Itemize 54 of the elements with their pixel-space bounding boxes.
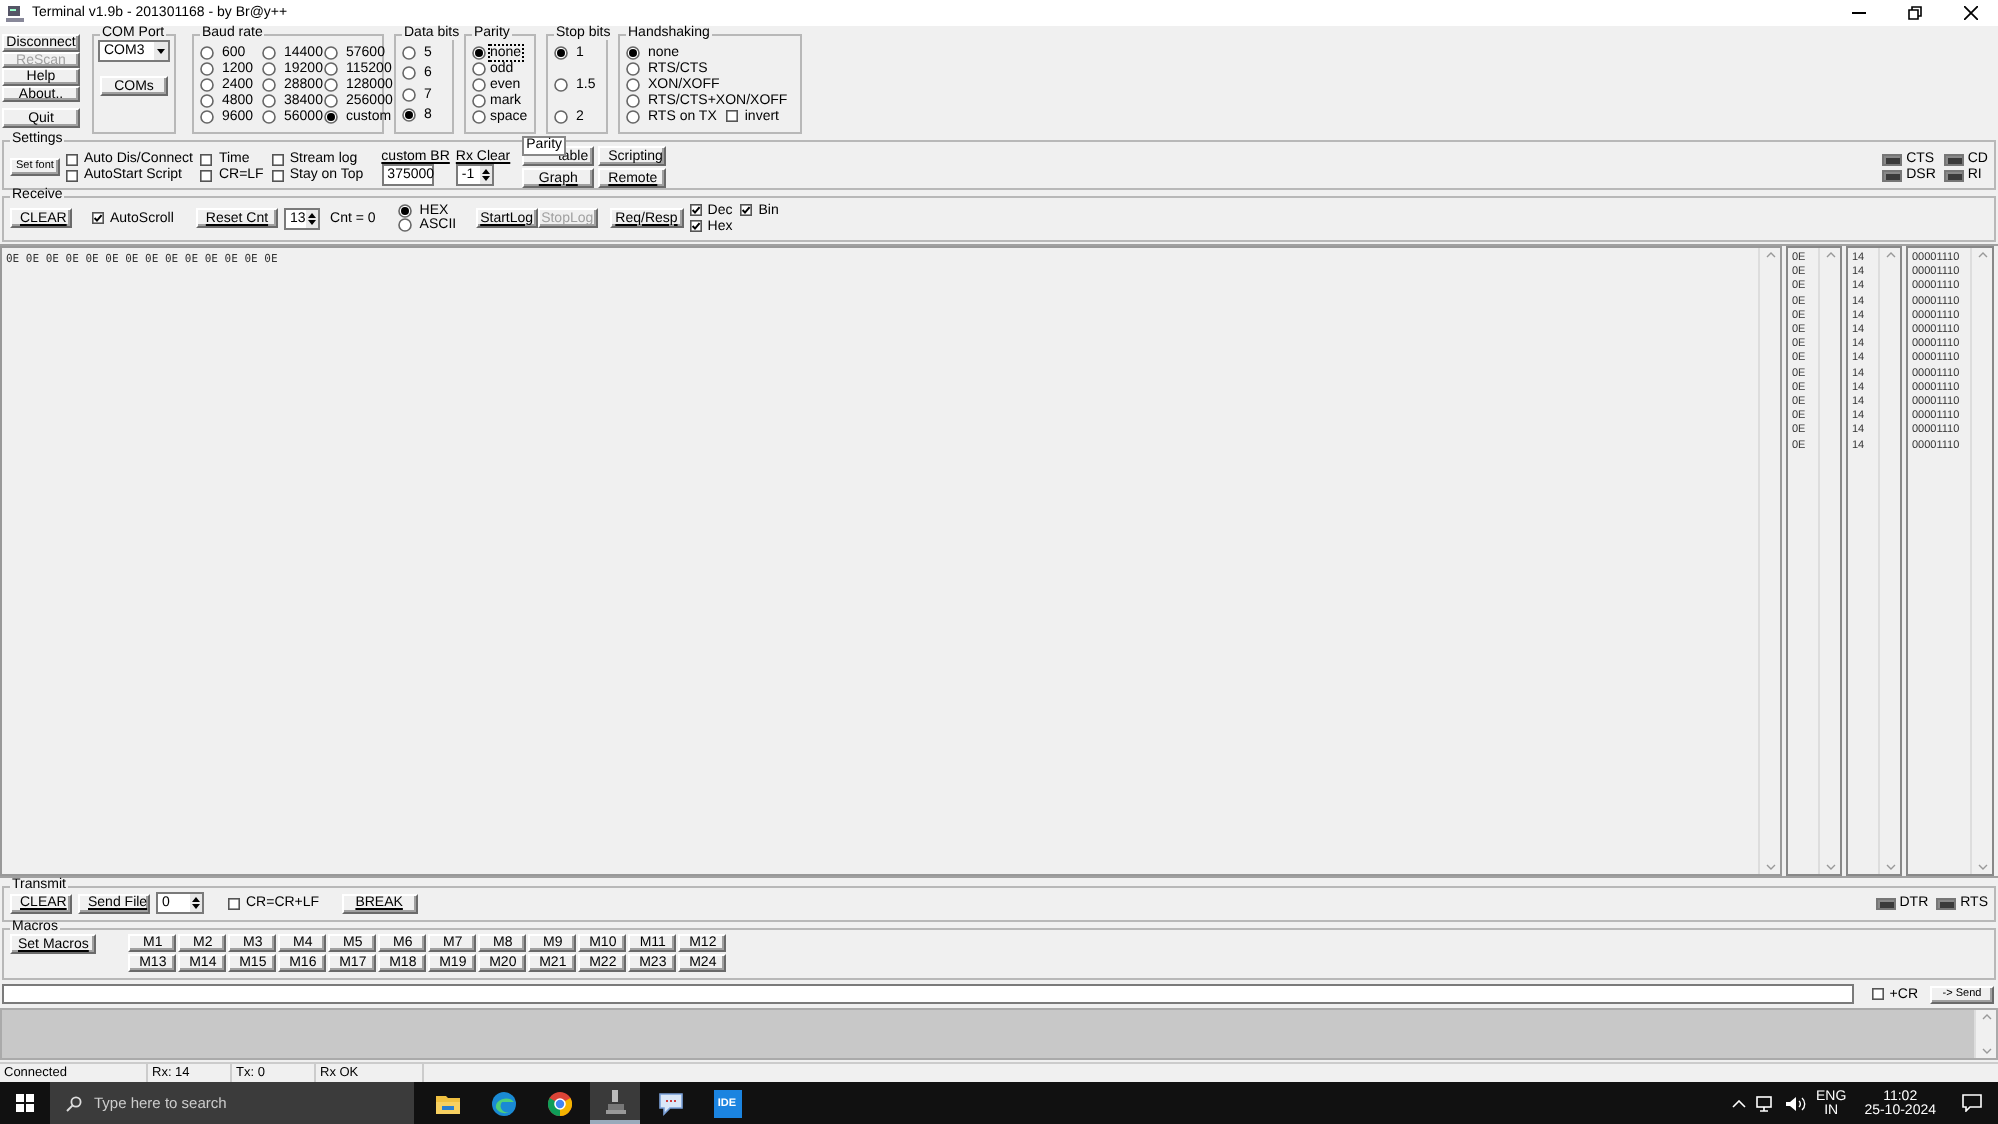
- send-input-field[interactable]: [2, 984, 1854, 1004]
- minimize-icon: [1851, 12, 1865, 14]
- windows-start-icon[interactable]: [16, 1094, 34, 1112]
- browser-icon: [491, 1091, 515, 1115]
- scrollbar[interactable]: [1970, 248, 1992, 874]
- indicator-light: [1943, 153, 1964, 165]
- spin-arrows-icon[interactable]: [306, 209, 319, 227]
- folder-icon: [435, 1093, 459, 1113]
- scroll-up-icon[interactable]: [1981, 1014, 1991, 1020]
- scroll-up-icon[interactable]: [1765, 252, 1775, 258]
- scroll-up-icon[interactable]: [1825, 252, 1835, 258]
- app-icon: [6, 4, 24, 22]
- checkbox-icon: [271, 169, 284, 181]
- checkbox-icon: [200, 153, 213, 165]
- search-icon: [66, 1095, 82, 1111]
- scroll-up-icon[interactable]: [1977, 252, 1987, 258]
- checkbox-icon: [228, 897, 240, 909]
- scrollbar[interactable]: [1974, 1010, 1996, 1058]
- chevron-up-icon[interactable]: [1732, 1099, 1747, 1107]
- scrollbar[interactable]: [1818, 248, 1840, 874]
- checkbox-icon: [740, 204, 753, 216]
- indicator-light: [1943, 169, 1964, 181]
- checkbox-icon: [689, 220, 702, 232]
- checkbox-icon: [65, 169, 78, 181]
- spin-arrows-icon[interactable]: [479, 165, 492, 183]
- scroll-up-icon[interactable]: [1885, 252, 1895, 258]
- network-icon[interactable]: [1756, 1095, 1777, 1111]
- scroll-down-icon[interactable]: [1977, 864, 1987, 870]
- spin-arrows-icon[interactable]: [190, 894, 202, 912]
- terminal-app-icon: [605, 1089, 625, 1113]
- chat-icon: [658, 1091, 684, 1115]
- scroll-down-icon[interactable]: [1825, 864, 1835, 870]
- scroll-down-icon[interactable]: [1981, 1048, 1991, 1054]
- checkbox-icon: [726, 110, 739, 122]
- scrollbar[interactable]: [1758, 248, 1780, 874]
- checkbox-icon: [200, 169, 213, 181]
- indicator-light: [1875, 897, 1896, 909]
- checkbox-icon: [271, 153, 284, 165]
- browser-icon: [547, 1091, 571, 1115]
- scroll-down-icon[interactable]: [1765, 864, 1775, 870]
- scroll-down-icon[interactable]: [1885, 864, 1895, 870]
- notification-icon[interactable]: [1962, 1094, 1982, 1112]
- checkbox-icon: [65, 153, 78, 165]
- scrollbar[interactable]: [1878, 248, 1900, 874]
- close-icon: [1963, 6, 1977, 20]
- checkbox-icon: [1871, 988, 1884, 1000]
- checkbox-icon: [92, 212, 104, 224]
- indicator-light: [1936, 897, 1957, 909]
- indicator-light: [1882, 153, 1903, 165]
- restore-icon: [1907, 6, 1921, 20]
- speaker-icon[interactable]: [1786, 1095, 1807, 1111]
- indicator-light: [1882, 169, 1903, 181]
- checkbox-icon: [689, 204, 702, 216]
- taskbar-app[interactable]: [590, 1082, 640, 1124]
